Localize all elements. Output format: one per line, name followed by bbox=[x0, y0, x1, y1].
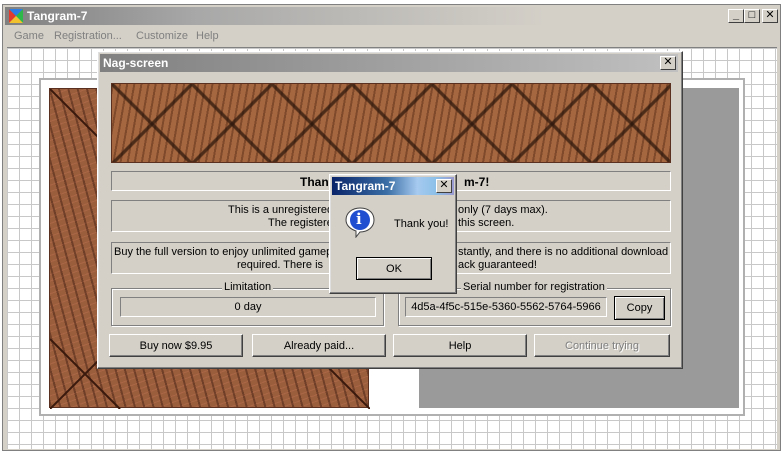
already-paid-button[interactable]: Already paid... bbox=[252, 334, 386, 357]
ok-button[interactable]: OK bbox=[356, 257, 432, 280]
close-button[interactable]: ✕ bbox=[762, 9, 778, 23]
buy-info-line2-right: ack guaranteed! bbox=[458, 259, 537, 271]
continue-trying-button[interactable]: Continue trying bbox=[534, 334, 670, 357]
main-title-bar[interactable]: Tangram-7 _ □ ✕ bbox=[5, 7, 778, 25]
information-icon-glyph: i bbox=[356, 210, 362, 228]
menu-bar: Game Registration... Customize Help bbox=[5, 27, 778, 47]
limitation-label: Limitation bbox=[222, 281, 274, 293]
nag-title: Nag-screen bbox=[103, 56, 169, 70]
msgbox-title: Tangram-7 bbox=[335, 179, 396, 193]
buy-now-label: Buy now $9.95 bbox=[139, 339, 213, 352]
msgbox-close-button[interactable]: ✕ bbox=[436, 179, 452, 193]
minimize-button[interactable]: _ bbox=[728, 9, 744, 23]
copy-button-label: Copy bbox=[626, 302, 653, 314]
menu-help[interactable]: Help bbox=[196, 30, 219, 42]
serial-number-value: 4d5a-4f5c-515e-5360-5562-5764-5966 bbox=[411, 301, 601, 313]
thank-you-messagebox: Tangram-7 ✕ i Thank you! OK bbox=[329, 174, 457, 294]
limitation-value: 0 day bbox=[234, 301, 262, 313]
trial-info-line2-left: The registere bbox=[268, 217, 333, 229]
main-window-title: Tangram-7 bbox=[27, 9, 88, 23]
trial-info-line1-left: This is a unregistered bbox=[228, 204, 334, 216]
trial-info-line2-right: this screen. bbox=[458, 217, 515, 229]
buy-info-line1-right: stantly, and there is no additional down… bbox=[458, 246, 669, 258]
menu-registration[interactable]: Registration... bbox=[54, 30, 122, 42]
maximize-button[interactable]: □ bbox=[744, 9, 760, 23]
nag-close-button[interactable]: ✕ bbox=[660, 56, 676, 70]
thanks-text-left: Than bbox=[300, 175, 329, 189]
msgbox-title-bar[interactable]: Tangram-7 ✕ bbox=[332, 177, 454, 195]
copy-serial-button[interactable]: Copy bbox=[614, 296, 665, 320]
information-icon: i bbox=[344, 206, 376, 239]
buy-info-line2-left: required. There is bbox=[237, 259, 324, 271]
app-icon bbox=[9, 9, 23, 23]
trial-info-line1-right: only (7 days max). bbox=[458, 204, 548, 216]
serial-label: Serial number for registration bbox=[461, 281, 607, 293]
buy-now-button[interactable]: Buy now $9.95 bbox=[109, 334, 243, 357]
already-paid-label: Already paid... bbox=[283, 339, 355, 352]
tangram-banner-image bbox=[111, 83, 671, 163]
help-label: Help bbox=[448, 339, 472, 352]
menu-customize[interactable]: Customize bbox=[136, 30, 188, 42]
limitation-field: 0 day bbox=[120, 297, 376, 317]
continue-trying-label: Continue trying bbox=[565, 339, 639, 352]
help-button[interactable]: Help bbox=[393, 334, 527, 357]
menu-game[interactable]: Game bbox=[14, 30, 44, 42]
nag-title-bar[interactable]: Nag-screen ✕ bbox=[100, 54, 678, 72]
msgbox-message: Thank you! bbox=[394, 218, 449, 230]
ok-label: OK bbox=[386, 262, 402, 275]
serial-number-field[interactable]: 4d5a-4f5c-515e-5360-5562-5764-5966 bbox=[405, 297, 607, 317]
buy-info-line1-left: Buy the full version to enjoy unlimited … bbox=[114, 246, 335, 258]
thanks-text-right: m-7! bbox=[464, 175, 490, 189]
